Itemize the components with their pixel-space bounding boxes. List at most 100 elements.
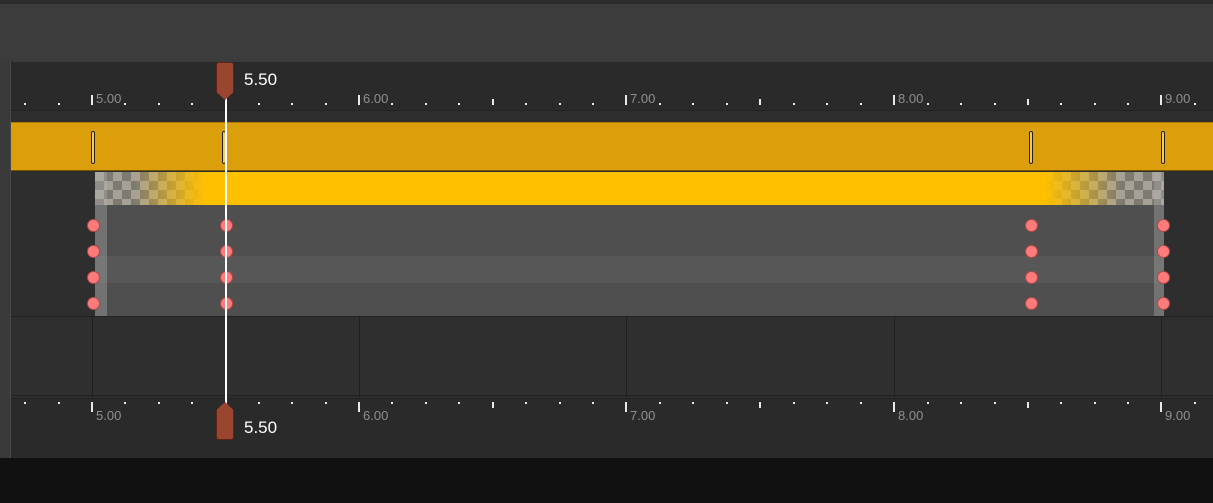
minor-tick (1127, 402, 1129, 404)
ruler-label: 8.00 (898, 91, 924, 106)
minor-tick (960, 103, 962, 105)
minor-tick (58, 103, 60, 105)
major-tick (91, 95, 93, 105)
clip-body-lower (95, 256, 1164, 283)
ruler-label: 6.00 (363, 91, 389, 106)
key-marker[interactable] (1161, 131, 1165, 164)
clip-fade-out[interactable] (1044, 172, 1164, 205)
keyframe-dot-icon[interactable] (1157, 297, 1170, 310)
ruler-label: 9.00 (1165, 91, 1191, 106)
minor-tick (1194, 402, 1196, 404)
minor-tick (325, 402, 327, 404)
minor-tick (258, 402, 260, 404)
major-tick (358, 95, 360, 105)
minor-tick (291, 103, 293, 105)
minor-tick (24, 402, 26, 404)
clip-start-handle[interactable] (95, 172, 107, 316)
key-marker[interactable] (91, 131, 95, 164)
minor-tick (391, 402, 393, 404)
lane-divider (92, 317, 93, 397)
time-ruler-bottom[interactable]: 5.00 6.00 7.00 8.00 9.00 (11, 398, 1213, 458)
keyframe-dot-icon[interactable] (87, 219, 100, 232)
minor-tick (559, 103, 561, 105)
major-tick (358, 402, 360, 412)
minor-tick (158, 103, 160, 105)
minor-tick (659, 103, 661, 105)
mid-tick (1027, 402, 1029, 408)
minor-tick (994, 103, 996, 105)
minor-tick (1127, 103, 1129, 105)
major-tick (91, 402, 93, 412)
minor-tick (124, 402, 126, 404)
key-marker[interactable] (1029, 131, 1033, 164)
clip-fade-in[interactable] (95, 172, 205, 205)
keyframe-dot-icon[interactable] (87, 297, 100, 310)
mid-tick (1027, 99, 1029, 105)
lane-divider (626, 317, 627, 397)
left-edge (0, 62, 10, 458)
minor-tick (258, 103, 260, 105)
minor-tick (692, 402, 694, 404)
minor-tick (826, 402, 828, 404)
time-ruler-top[interactable]: 5.00 6.00 7.00 8.00 9.00 (11, 62, 1213, 111)
keyframe-dot-icon[interactable] (1157, 271, 1170, 284)
minor-tick (960, 402, 962, 404)
minor-tick (458, 402, 460, 404)
minor-tick (325, 103, 327, 105)
keyframe-dot-icon[interactable] (1025, 245, 1038, 258)
minor-tick (592, 402, 594, 404)
major-tick (893, 95, 895, 105)
minor-tick (191, 402, 193, 404)
lane-divider (1161, 317, 1162, 397)
minor-tick (525, 402, 527, 404)
minor-tick (291, 402, 293, 404)
playhead-time-label: 5.50 (244, 70, 278, 89)
clip-end-handle[interactable] (1154, 172, 1164, 316)
minor-tick (1194, 103, 1196, 105)
minor-tick (559, 402, 561, 404)
keyframe-dot-icon[interactable] (87, 245, 100, 258)
mid-tick (759, 402, 761, 408)
minor-tick (994, 402, 996, 404)
keyframe-dot-icon[interactable] (1025, 219, 1038, 232)
minor-tick (860, 402, 862, 404)
mid-tick (492, 99, 494, 105)
minor-tick (927, 103, 929, 105)
minor-tick (425, 103, 427, 105)
major-tick (893, 402, 895, 412)
minor-tick (425, 402, 427, 404)
minor-tick (1094, 103, 1096, 105)
minor-tick (1060, 103, 1062, 105)
minor-tick (592, 103, 594, 105)
mid-tick (759, 99, 761, 105)
major-tick (625, 402, 627, 412)
major-tick (1160, 95, 1162, 105)
ruler-label: 5.00 (96, 91, 122, 106)
playhead-time-label: 5.50 (244, 418, 278, 437)
keyframe-dot-icon[interactable] (1157, 219, 1170, 232)
keyframe-dot-icon[interactable] (1025, 297, 1038, 310)
ruler-label: 5.00 (96, 408, 122, 423)
minor-tick (158, 402, 160, 404)
minor-tick (826, 103, 828, 105)
minor-tick (860, 103, 862, 105)
keyframe-dot-icon[interactable] (1025, 271, 1038, 284)
minor-tick (1060, 402, 1062, 404)
top-toolbar (0, 0, 1213, 62)
playhead-line[interactable] (225, 96, 227, 402)
minor-tick (124, 103, 126, 105)
keyframe-dot-icon[interactable] (87, 271, 100, 284)
minor-tick (793, 103, 795, 105)
clip-header[interactable] (95, 172, 1164, 205)
mid-tick (492, 402, 494, 408)
minor-tick (927, 402, 929, 404)
minor-tick (793, 402, 795, 404)
ruler-label: 8.00 (898, 408, 924, 423)
empty-track-lane[interactable] (11, 316, 1213, 397)
minor-tick (1094, 402, 1096, 404)
animation-track-bar[interactable] (11, 122, 1213, 171)
animation-clip[interactable] (95, 172, 1164, 316)
keyframe-dot-icon[interactable] (1157, 245, 1170, 258)
lane-divider (359, 317, 360, 397)
major-tick (625, 95, 627, 105)
